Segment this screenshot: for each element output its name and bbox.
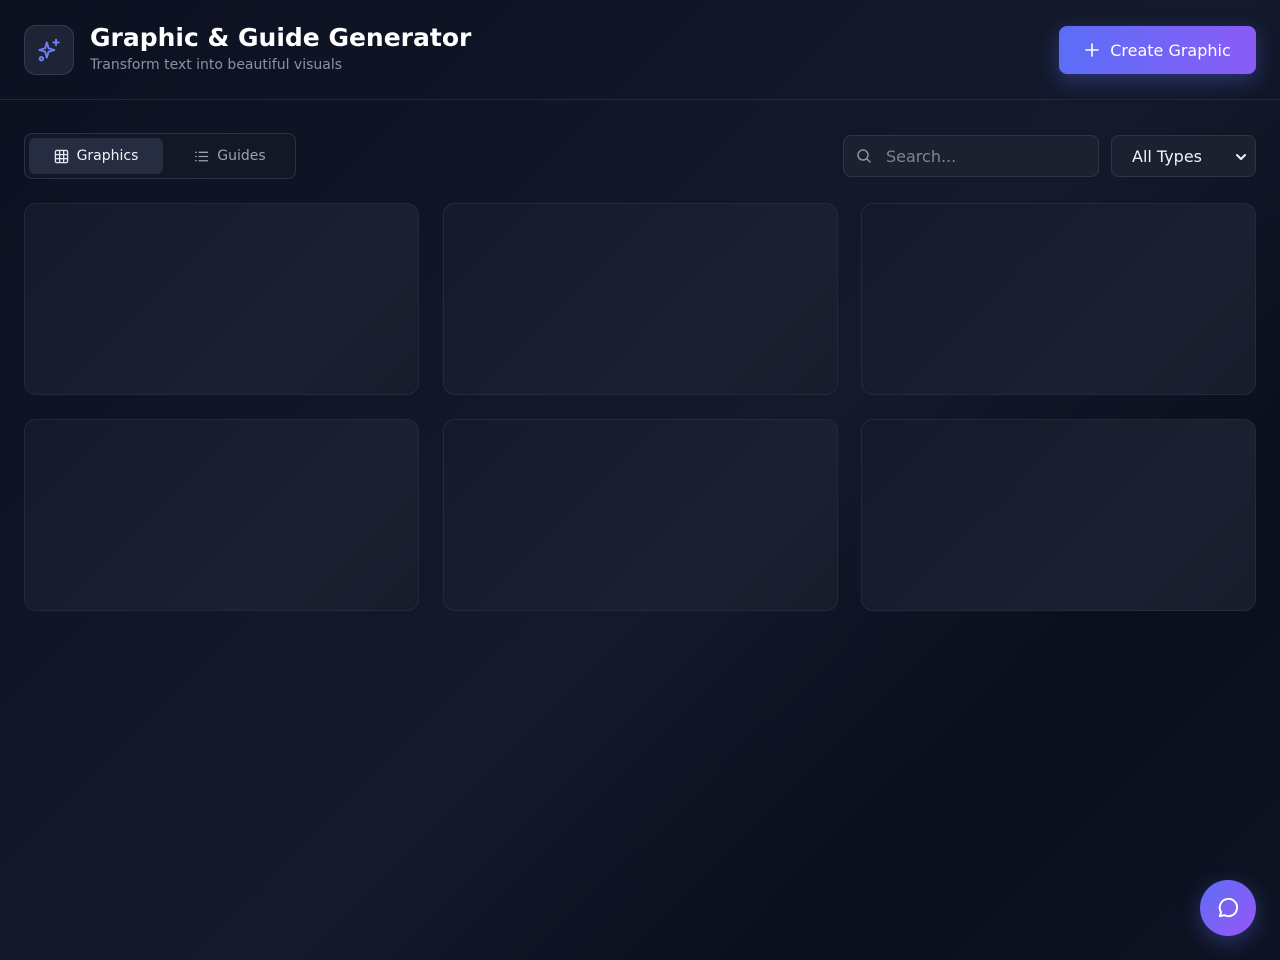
type-filter-value: All Types <box>1132 146 1203 166</box>
list-icon <box>195 151 209 161</box>
search-icon <box>857 149 871 163</box>
app-header: Graphic & Guide Generator Transform text… <box>0 0 1280 100</box>
graphic-card-placeholder[interactable] <box>443 203 838 395</box>
app-logo <box>24 25 74 75</box>
graphic-card-placeholder[interactable] <box>443 419 838 611</box>
graphic-card-placeholder[interactable] <box>24 419 419 611</box>
graphic-card-placeholder[interactable] <box>24 203 419 395</box>
grid-icon <box>54 149 68 163</box>
create-graphic-button[interactable]: Create Graphic <box>1059 26 1256 74</box>
tab-graphics[interactable]: Graphics <box>29 138 163 174</box>
view-tabs: Graphics Guides <box>24 133 296 179</box>
page-subtitle: Transform text into beautiful visuals <box>90 57 343 73</box>
graphic-card-placeholder[interactable] <box>861 203 1256 395</box>
create-graphic-label: Create Graphic <box>1110 40 1231 60</box>
search-input[interactable] <box>884 145 1078 167</box>
sparkles-icon <box>38 38 60 62</box>
tab-guides-label: Guides <box>217 148 266 164</box>
page-title: Graphic & Guide Generator <box>90 23 472 52</box>
chat-bubble-icon <box>1218 897 1238 918</box>
plus-icon <box>1085 43 1100 57</box>
graphic-card-placeholder[interactable] <box>861 419 1256 611</box>
type-filter-select[interactable]: All Types <box>1111 135 1256 177</box>
tab-graphics-label: Graphics <box>76 148 139 164</box>
chevron-down-icon <box>1236 154 1246 160</box>
chat-button[interactable] <box>1200 880 1256 936</box>
search-box <box>843 135 1099 177</box>
tab-guides[interactable]: Guides <box>167 138 293 174</box>
